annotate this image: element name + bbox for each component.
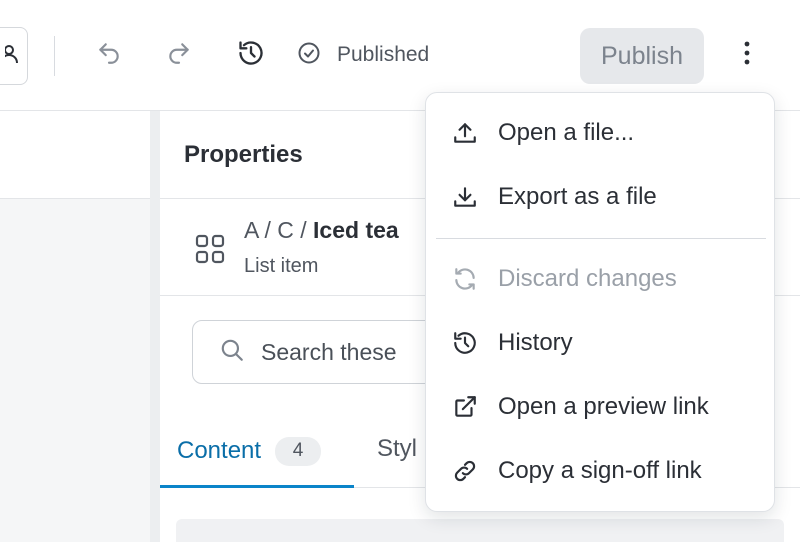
menu-item-history[interactable]: History — [426, 318, 774, 368]
menu-item-label: Open a preview link — [498, 393, 709, 420]
upload-icon — [452, 120, 478, 146]
users-icon — [0, 43, 21, 70]
item-type-label: List item — [244, 255, 319, 277]
count-badge: 4 — [275, 436, 322, 466]
publish-status: Published — [297, 40, 429, 70]
content-block — [176, 519, 784, 542]
tab-label: Content — [177, 437, 262, 464]
publish-button[interactable]: Publish — [580, 28, 704, 84]
tab-content[interactable]: Content 4 — [160, 417, 354, 488]
menu-item-preview-link[interactable]: Open a preview link — [426, 382, 774, 432]
panel-resize-handle[interactable] — [150, 111, 160, 542]
external-link-icon — [452, 394, 478, 420]
menu-separator — [436, 238, 766, 239]
refresh-icon — [452, 266, 478, 292]
menu-item-open-file[interactable]: Open a file... — [426, 108, 774, 158]
redo-icon — [166, 40, 192, 71]
tab-style[interactable]: Styl — [377, 435, 417, 463]
toolbar-divider — [54, 36, 55, 76]
breadcrumb: A / C / Iced tea — [244, 217, 399, 244]
more-vertical-icon — [743, 40, 751, 71]
grid-icon — [194, 233, 226, 265]
history-button[interactable] — [234, 38, 268, 72]
history-icon — [452, 330, 478, 356]
users-button[interactable] — [0, 27, 28, 85]
search-placeholder: Search these — [261, 338, 397, 365]
more-options-button[interactable] — [730, 38, 764, 72]
menu-item-label: Export as a file — [498, 183, 657, 210]
undo-button[interactable] — [92, 38, 126, 72]
menu-item-label: Discard changes — [498, 265, 677, 292]
undo-icon — [96, 40, 122, 71]
menu-item-sign-off-link[interactable]: Copy a sign-off link — [426, 446, 774, 496]
menu-item-discard-changes[interactable]: Discard changes — [426, 254, 774, 304]
link-icon — [452, 458, 478, 484]
search-icon — [219, 337, 245, 368]
menu-item-label: Copy a sign-off link — [498, 457, 702, 484]
download-icon — [452, 184, 478, 210]
breadcrumb-path: A / C / — [244, 217, 314, 243]
status-label: Published — [337, 43, 430, 66]
canvas-header — [0, 111, 150, 199]
menu-item-label: Open a file... — [498, 119, 635, 146]
redo-button[interactable] — [162, 38, 196, 72]
history-icon — [237, 39, 265, 72]
more-options-menu: Open a file... Export as a file Discard … — [425, 92, 775, 512]
menu-item-export-file[interactable]: Export as a file — [426, 172, 774, 222]
menu-item-label: History — [498, 329, 573, 356]
breadcrumb-current: Iced tea — [313, 217, 399, 243]
canvas-area — [0, 199, 150, 542]
panel-title: Properties — [184, 141, 303, 168]
check-circle-icon — [297, 41, 321, 70]
